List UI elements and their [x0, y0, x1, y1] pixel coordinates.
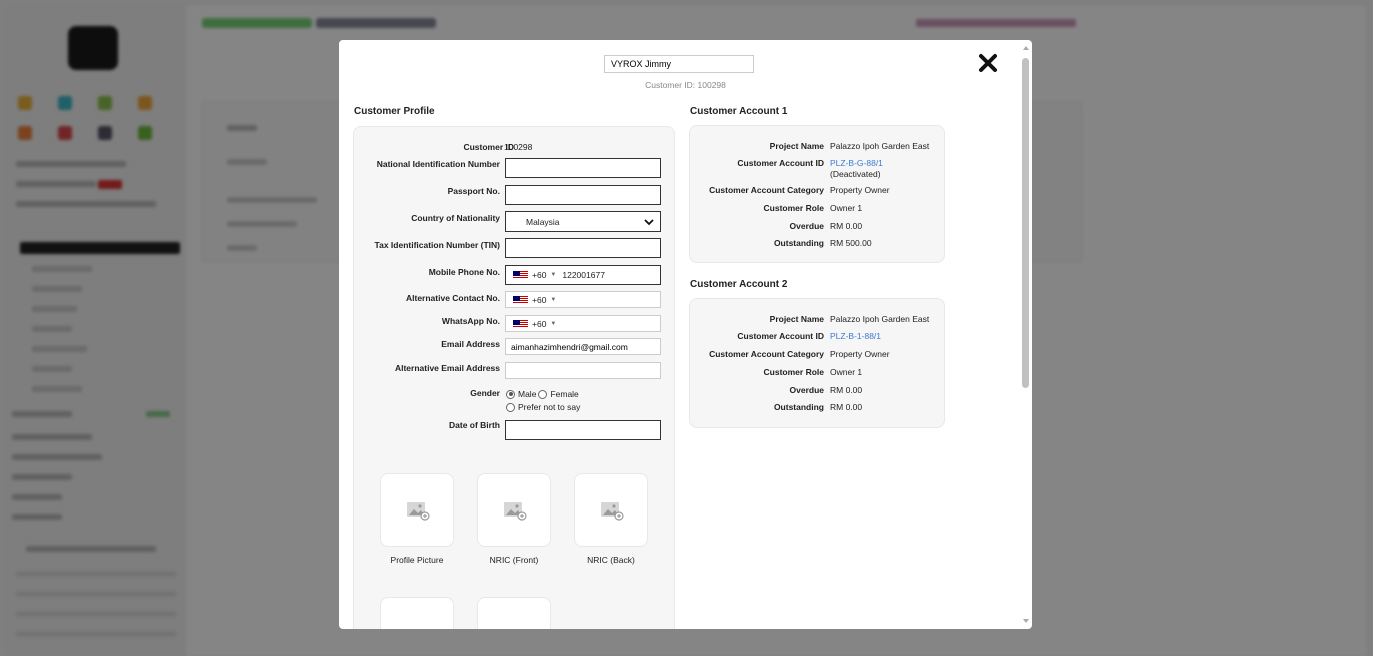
document-upload[interactable] [380, 597, 454, 629]
tin-field[interactable] [505, 238, 661, 258]
add-image-icon [406, 628, 430, 629]
dob-label: Date of Birth [449, 420, 500, 430]
dob-field[interactable] [505, 420, 661, 440]
close-icon [979, 54, 997, 72]
project-name-label: Project Name [769, 141, 824, 151]
customer-name-input[interactable] [604, 55, 754, 73]
profile-picture-label: Profile Picture [390, 555, 444, 565]
role-value: Owner 1 [830, 203, 863, 213]
customer-id-label: Customer ID [463, 142, 514, 152]
outstanding-label: Outstanding [773, 402, 824, 412]
passport-label: Passport No. [447, 186, 500, 196]
project-name-label: Project Name [769, 314, 824, 324]
add-image-icon [407, 502, 430, 521]
customer-account-2-panel: Project Name Palazzo Ipoh Garden East Cu… [689, 298, 945, 428]
caret-down-icon: ▼ [550, 296, 557, 303]
nin-label: National Identification Number [376, 159, 500, 169]
account-id-label: Customer Account ID [737, 158, 824, 168]
account-id-label: Customer Account ID [737, 331, 824, 341]
alt-contact-label: Alternative Contact No. [406, 293, 500, 303]
mobile-country-code: +60 [532, 270, 547, 280]
scrollbar-thumb[interactable] [1022, 58, 1029, 388]
gender-options: Male Female [506, 389, 579, 399]
overdue-value: RM 0.00 [830, 385, 863, 395]
caret-down-icon: ▼ [550, 272, 557, 278]
malaysia-flag-icon [513, 295, 528, 304]
nric-back-upload[interactable] [574, 473, 648, 547]
role-value: Owner 1 [830, 367, 863, 377]
mobile-phone-field[interactable]: +60 ▼ 122001677 [505, 265, 661, 285]
passport-field[interactable] [505, 185, 661, 205]
gender-female-label: Female [550, 389, 579, 399]
nationality-label: Country of Nationality [411, 213, 500, 223]
gender-other-option: Prefer not to say [506, 402, 580, 412]
nin-field[interactable] [505, 158, 661, 178]
malaysia-flag-icon [513, 271, 528, 279]
gender-male-label: Male [518, 389, 537, 399]
scroll-up-icon[interactable] [1023, 46, 1029, 50]
email-field[interactable] [505, 338, 661, 355]
customer-profile-heading: Customer Profile [354, 106, 435, 117]
nric-front-upload[interactable] [477, 473, 551, 547]
whatsapp-field[interactable]: +60 ▼ [505, 315, 661, 332]
malaysia-flag-icon [513, 319, 528, 328]
gender-female-radio[interactable] [538, 389, 548, 399]
profile-picture-upload[interactable] [380, 473, 454, 547]
overdue-value: RM 0.00 [830, 221, 863, 231]
role-label: Customer Role [763, 203, 824, 213]
whatsapp-label: WhatsApp No. [441, 316, 500, 326]
alt-contact-country-code: +60 [532, 294, 547, 305]
gender-male-radio[interactable] [506, 389, 515, 399]
project-name-value: Palazzo Ipoh Garden East [830, 141, 930, 151]
nric-front-label: NRIC (Front) [489, 555, 539, 565]
customer-account-1-panel: Project Name Palazzo Ipoh Garden East Cu… [689, 125, 945, 263]
whatsapp-country-code: +60 [532, 318, 547, 329]
alt-email-field[interactable] [505, 362, 661, 379]
customer-detail-modal: Customer ID: 100298 Customer Profile Cus… [339, 40, 1032, 629]
customer-profile-panel: Customer ID 100298 National Identificati… [353, 126, 675, 629]
gender-prefer-not-radio[interactable] [506, 402, 515, 412]
account-status: (Deactivated) [830, 169, 881, 179]
category-value: Property Owner [830, 185, 890, 195]
outstanding-value: RM 0.00 [830, 402, 863, 412]
gender-prefer-not-label: Prefer not to say [518, 402, 581, 412]
customer-id-subtitle: Customer ID: 100298 [645, 80, 726, 90]
add-image-icon [601, 502, 624, 521]
account-id-link[interactable]: PLZ-B-G-88/1 [830, 158, 945, 168]
alt-contact-field[interactable]: +60 ▼ [505, 291, 661, 308]
nationality-select[interactable]: Malaysia [505, 211, 661, 232]
category-value: Property Owner [830, 349, 890, 359]
customer-account-1-heading: Customer Account 1 [690, 106, 788, 117]
overdue-label: Overdue [789, 385, 825, 395]
project-name-value: Palazzo Ipoh Garden East [830, 314, 930, 324]
add-image-icon [503, 628, 527, 629]
nationality-selected: Malaysia [526, 216, 560, 227]
alt-email-label: Alternative Email Address [394, 363, 500, 373]
scroll-down-icon[interactable] [1023, 619, 1029, 623]
role-label: Customer Role [763, 367, 824, 377]
close-button[interactable] [976, 51, 1000, 75]
add-image-icon [504, 502, 527, 521]
account-id-link[interactable]: PLZ-B-1-88/1 [830, 331, 945, 341]
nric-back-label: NRIC (Back) [587, 555, 635, 565]
modal-scrollbar[interactable] [1022, 42, 1030, 627]
chevron-down-icon [644, 219, 654, 226]
document-upload[interactable] [477, 597, 551, 629]
mobile-label: Mobile Phone No. [428, 267, 500, 277]
outstanding-label: Outstanding [773, 238, 824, 248]
page: Customer ID: 100298 Customer Profile Cus… [0, 0, 1373, 656]
customer-account-2-heading: Customer Account 2 [690, 279, 788, 290]
category-label: Customer Account Category [709, 185, 824, 195]
overdue-label: Overdue [789, 221, 825, 231]
email-label: Email Address [441, 339, 500, 349]
caret-down-icon: ▼ [550, 320, 557, 327]
outstanding-value: RM 500.00 [830, 238, 872, 248]
tin-label: Tax Identification Number (TIN) [374, 240, 500, 250]
gender-label: Gender [470, 388, 500, 398]
mobile-number: 122001677 [562, 270, 605, 280]
customer-id-value: 100298 [504, 142, 533, 152]
category-label: Customer Account Category [709, 349, 824, 359]
